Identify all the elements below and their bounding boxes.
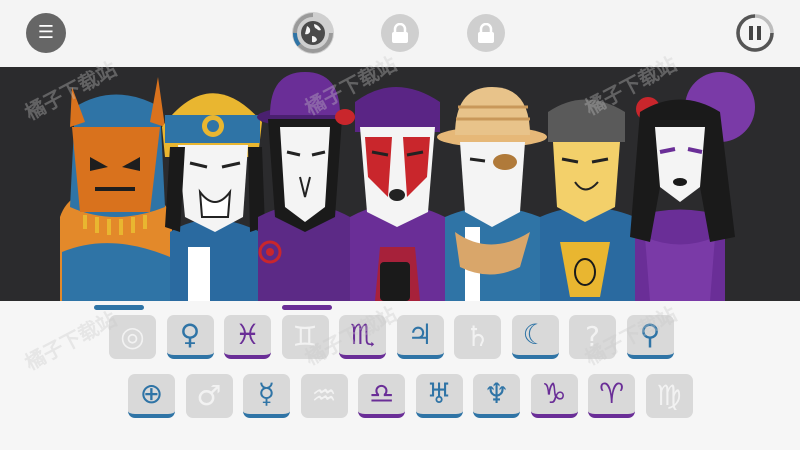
slot-moon[interactable]: ☾ [511, 315, 559, 359]
locked-mode-button-1[interactable] [381, 14, 419, 52]
slot-scorpio[interactable]: ♏ [339, 315, 386, 359]
character-stage [0, 67, 800, 301]
slot-gemini[interactable]: ♊ [281, 315, 329, 359]
pause-icon [736, 14, 774, 52]
slot-mercury[interactable]: ☿ [243, 374, 290, 418]
slot-aquarius[interactable]: ♒ [300, 374, 348, 418]
menu-icon: ☰ [37, 22, 55, 43]
slot-virgo[interactable]: ♍ [645, 374, 693, 418]
locked-mode-button-2[interactable] [467, 14, 505, 52]
slot-libra[interactable]: ♎ [358, 374, 405, 418]
slot-mars[interactable]: ♂ [185, 374, 233, 418]
slot-pisces[interactable]: ♓ [224, 315, 271, 359]
slot-aries[interactable]: ♈ [588, 374, 635, 418]
slot-target[interactable]: ◎ [109, 315, 156, 359]
character-1[interactable] [60, 77, 172, 301]
slot-capricorn[interactable]: ♑ [530, 374, 578, 418]
slot-neptune[interactable]: ♆ [473, 374, 520, 418]
slot-unknown[interactable]: ? [569, 315, 616, 359]
menu-button[interactable]: ☰ [26, 13, 66, 53]
slot-venus[interactable]: ♀ [166, 315, 214, 359]
top-bar: ☰ [0, 0, 800, 67]
slot-saturn[interactable]: ♄ [454, 315, 501, 359]
lock-icon [478, 23, 494, 43]
slot-uranus[interactable]: ♅ [415, 374, 463, 418]
progress-ring [293, 13, 333, 53]
pause-button[interactable] [735, 13, 775, 53]
slot-jupiter[interactable]: ♃ [396, 315, 444, 359]
drag-indicator-purple [282, 305, 332, 310]
drag-indicator-blue [94, 305, 144, 310]
character-2[interactable] [162, 93, 265, 301]
slot-earth[interactable]: ⊕ [128, 374, 175, 418]
lock-icon [392, 23, 408, 43]
slot-ceres[interactable]: ⚲ [626, 315, 674, 359]
globe-button[interactable] [292, 12, 334, 54]
